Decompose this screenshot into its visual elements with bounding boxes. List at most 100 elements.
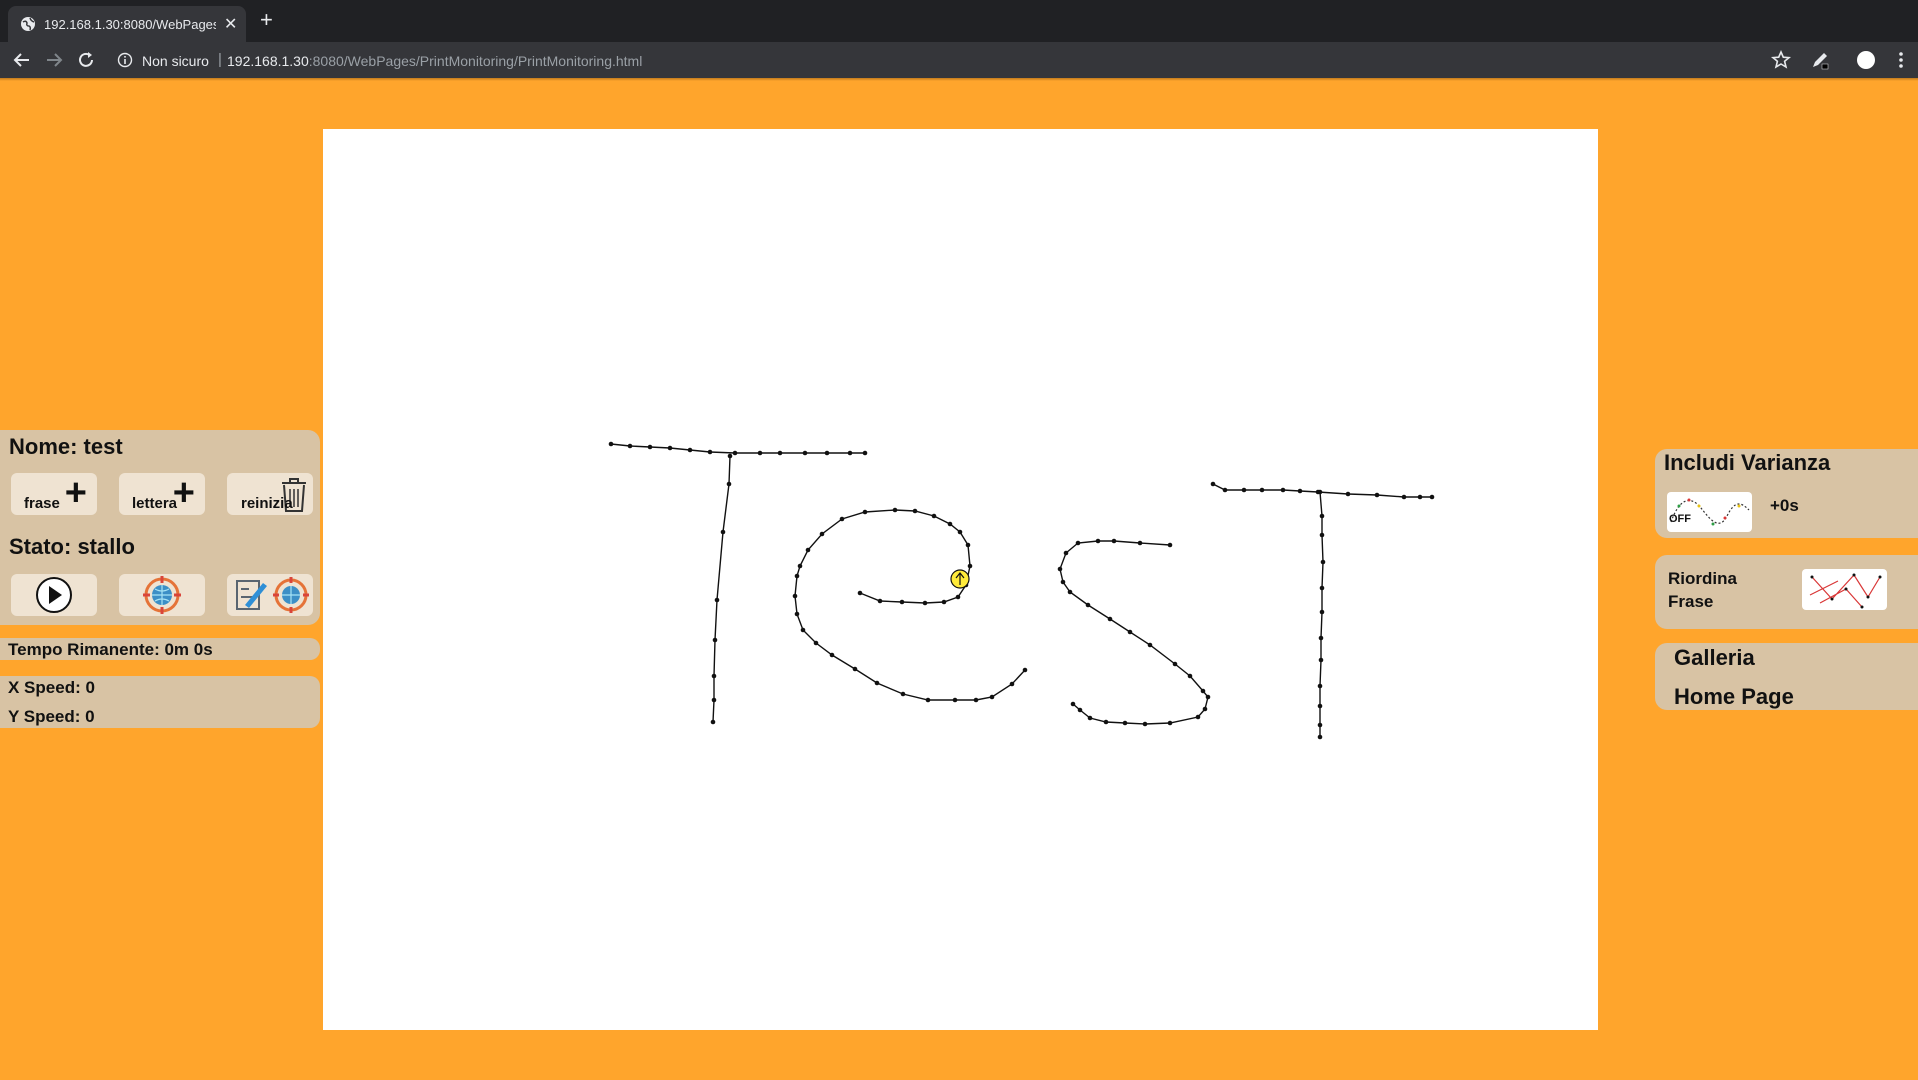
stroke-point <box>1067 589 1073 595</box>
reorder-path-icon <box>1809 573 1882 609</box>
name-label: Nome: test <box>9 434 123 459</box>
varianza-toggle[interactable]: OFF <box>1667 492 1752 532</box>
stroke-point <box>1077 707 1083 713</box>
calibrate-button[interactable] <box>119 574 205 616</box>
navigation-panel: Galleria Home Page <box>1655 643 1918 710</box>
stroke-point <box>1259 487 1265 493</box>
stroke-point <box>925 697 931 703</box>
stroke-point <box>1317 703 1323 709</box>
stroke-point <box>1060 579 1066 585</box>
riordina-label-line1: Riordina <box>1668 569 1737 588</box>
stroke-point <box>720 529 726 535</box>
stroke-point <box>794 573 800 579</box>
close-tab-icon[interactable]: ✕ <box>224 14 237 34</box>
stroke-t1-stem <box>712 455 731 723</box>
stroke-point <box>757 450 763 456</box>
stroke-point <box>912 508 918 514</box>
stroke-point <box>711 673 717 679</box>
address-bar[interactable]: Non sicuro | 192.168.1.30:8080/WebPages/… <box>110 45 1780 75</box>
stroke-point <box>1057 566 1063 572</box>
varianza-toggle-label: OFF <box>1669 513 1691 525</box>
stroke-point <box>1075 540 1081 546</box>
stroke-point <box>1320 559 1326 565</box>
drawing-canvas[interactable] <box>323 129 1598 1030</box>
stroke-point <box>862 509 868 515</box>
stroke-point <box>1200 688 1206 694</box>
varianza-title: Includi Varianza <box>1664 450 1831 475</box>
target-globe-icon <box>143 576 181 614</box>
stroke-point <box>829 652 835 658</box>
toolbar-shadow <box>0 78 1918 81</box>
menu-icon[interactable] <box>1889 48 1913 72</box>
stroke-e <box>794 509 1026 701</box>
url-host: 192.168.1.30 <box>227 53 309 69</box>
browser-tab[interactable]: 192.168.1.30:8080/WebPages/PrintMonitori… <box>8 6 246 42</box>
varianza-offset: +0s <box>1770 496 1799 515</box>
stroke-point <box>931 513 937 519</box>
stroke-point <box>847 450 853 456</box>
stroke-point <box>794 611 800 617</box>
stroke-point <box>732 450 738 456</box>
stroke-point <box>802 450 808 456</box>
add-lettera-button[interactable]: lettera + <box>119 473 205 515</box>
stroke-point <box>1095 538 1101 544</box>
add-frase-button[interactable]: frase + <box>11 473 97 515</box>
stroke-point <box>712 637 718 643</box>
riordina-thumbnail[interactable] <box>1802 569 1887 610</box>
stroke-point <box>857 590 863 596</box>
stroke-point <box>1317 489 1323 495</box>
url-text[interactable]: 192.168.1.30:8080/WebPages/PrintMonitori… <box>227 53 642 69</box>
y-speed-label: Y Speed: 0 <box>8 707 95 726</box>
stroke-point <box>1222 487 1228 493</box>
stroke-point <box>1107 616 1113 622</box>
stroke-point <box>1318 657 1324 663</box>
forward-icon[interactable] <box>42 48 66 72</box>
stroke-point <box>1317 734 1323 740</box>
stroke-point <box>1374 492 1380 498</box>
stroke-t2-stem <box>1319 491 1324 737</box>
reinizia-label: reinizia <box>241 495 293 512</box>
stroke-point <box>667 445 673 451</box>
stroke-point <box>726 481 732 487</box>
stroke-point <box>1417 494 1423 500</box>
stroke-point <box>777 450 783 456</box>
browser-tabstrip: 192.168.1.30:8080/WebPages/PrintMonitori… <box>0 0 1918 42</box>
stroke-point <box>862 450 868 456</box>
riordina-panel[interactable]: Riordina Frase <box>1655 555 1918 629</box>
star-icon[interactable] <box>1769 48 1793 72</box>
stroke-point <box>647 444 653 450</box>
stroke-point <box>892 507 898 513</box>
pen-extension-icon[interactable] <box>1808 48 1832 72</box>
stroke-point <box>1401 494 1407 500</box>
galleria-link[interactable]: Galleria <box>1674 645 1755 671</box>
edit-calibrate-button[interactable] <box>227 574 313 616</box>
home-page-link[interactable]: Home Page <box>1674 684 1794 710</box>
stroke-point <box>1070 701 1076 707</box>
browser-toolbar: Non sicuro | 192.168.1.30:8080/WebPages/… <box>0 42 1918 78</box>
info-icon[interactable] <box>117 52 133 68</box>
stroke-point <box>852 666 858 672</box>
stroke-point <box>1122 720 1128 726</box>
stroke-point <box>1111 538 1117 544</box>
play-button[interactable] <box>11 574 97 616</box>
stroke-point <box>899 599 905 605</box>
reload-icon[interactable] <box>74 48 98 72</box>
stroke-point <box>707 449 713 455</box>
stroke-point <box>1147 642 1153 648</box>
stroke-point <box>727 453 733 459</box>
stroke-point <box>687 447 693 453</box>
stroke-point <box>839 516 845 522</box>
back-icon[interactable] <box>10 48 34 72</box>
stroke-point <box>1195 714 1201 720</box>
stroke-point <box>1127 629 1133 635</box>
stroke-point <box>1085 602 1091 608</box>
profile-icon[interactable] <box>1854 48 1878 72</box>
new-tab-icon[interactable]: + <box>260 9 273 31</box>
time-remaining-label: Tempo Rimanente: 0m 0s <box>8 640 213 659</box>
stroke-point <box>714 597 720 603</box>
play-icon <box>36 577 72 613</box>
reinizia-button[interactable]: reinizia <box>227 473 313 515</box>
control-panel: Nome: test frase + lettera + reinizia St… <box>0 430 320 625</box>
stroke-point <box>1142 721 1148 727</box>
stroke-point <box>877 598 883 604</box>
